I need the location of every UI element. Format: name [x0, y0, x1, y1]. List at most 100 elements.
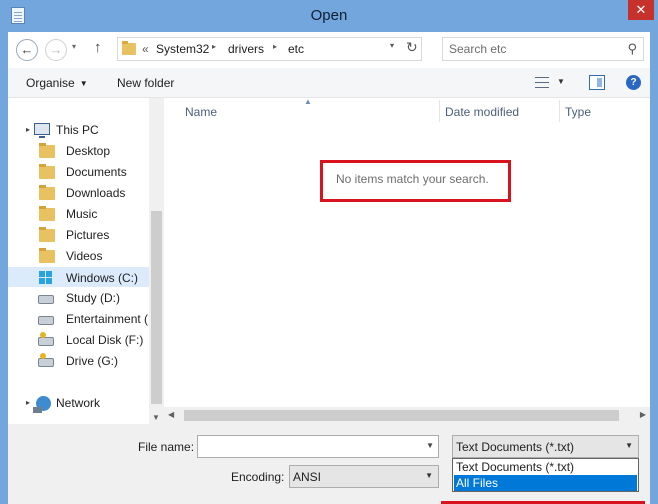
- sidebar-item-documents[interactable]: Documents: [8, 162, 149, 182]
- navigation-scrollbar[interactable]: ▼: [149, 98, 164, 424]
- option-label: Text Documents (*.txt): [456, 460, 575, 474]
- column-header-name[interactable]: Name: [164, 98, 439, 124]
- sidebar-item-entertainment-e[interactable]: Entertainment (E: [8, 309, 149, 329]
- sidebar-item-label: Music: [66, 207, 98, 221]
- command-bar: Organise ▼ New folder ▼ ?: [8, 68, 650, 98]
- file-type-option-text-documents[interactable]: Text Documents (*.txt): [454, 459, 637, 475]
- sidebar-item-label: Videos: [66, 249, 103, 263]
- scroll-right-icon[interactable]: ▶: [640, 410, 646, 419]
- new-folder-button[interactable]: New folder: [117, 76, 174, 90]
- sidebar-item-videos[interactable]: Videos: [8, 246, 149, 266]
- sidebar-item-label: Desktop: [66, 144, 111, 158]
- expand-icon[interactable]: ▸: [26, 125, 30, 134]
- organise-label: Organise: [26, 76, 75, 90]
- windows-drive-icon: [39, 271, 53, 285]
- window-title: Open: [310, 7, 348, 24]
- sidebar-item-this-pc[interactable]: ▸ This PC: [8, 120, 149, 140]
- help-icon[interactable]: ?: [626, 75, 641, 90]
- pictures-folder-icon: [39, 227, 55, 242]
- sidebar-item-label: Documents: [66, 165, 127, 179]
- scrollbar-thumb[interactable]: [184, 410, 619, 421]
- encoding-value: ANSI: [293, 470, 322, 484]
- videos-folder-icon: [39, 248, 55, 263]
- column-header-date-modified[interactable]: Date modified: [440, 98, 559, 124]
- back-button[interactable]: ←: [16, 39, 38, 61]
- computer-icon: [34, 123, 50, 138]
- file-type-option-all-files[interactable]: All Files: [454, 475, 637, 491]
- sidebar-item-label: Downloads: [66, 186, 126, 200]
- breadcrumb-etc[interactable]: etc: [288, 42, 304, 56]
- horizontal-scrollbar[interactable]: ◀ ▶: [164, 407, 650, 424]
- sidebar-item-network[interactable]: ▸ Network: [8, 393, 149, 413]
- scrollbar-thumb[interactable]: [151, 211, 162, 404]
- sidebar-item-local-disk-f[interactable]: Local Disk (F:): [8, 330, 149, 350]
- folder-icon: [122, 41, 136, 55]
- breadcrumb-overflow[interactable]: «: [142, 42, 149, 56]
- chevron-down-icon[interactable]: ▼: [625, 441, 633, 450]
- close-button[interactable]: ✕: [628, 0, 654, 20]
- downloads-folder-icon: [39, 185, 55, 200]
- address-bar[interactable]: « System32 ▸ drivers ▸ etc ▾ ↻: [117, 37, 422, 61]
- option-label: All Files: [456, 476, 499, 490]
- sidebar-item-label: Local Disk (F:): [66, 333, 144, 347]
- dialog-client: ← → ▾ ↑ « System32 ▸ drivers ▸ etc ▾ ↻ ⚲: [8, 32, 650, 504]
- chevron-down-icon: ▼: [79, 79, 88, 88]
- chevron-down-icon[interactable]: ▼: [425, 471, 433, 480]
- dialog-footer: File name: ▼ Text Documents (*.txt) ▼ En…: [8, 424, 650, 504]
- sidebar-item-drive-g[interactable]: Drive (G:): [8, 351, 149, 371]
- file-name-input[interactable]: ▼: [197, 435, 439, 458]
- forward-button[interactable]: →: [45, 39, 67, 61]
- sidebar-item-label: Network: [56, 396, 101, 410]
- locked-drive-icon: [38, 332, 54, 346]
- title-bar: Open ✕: [0, 0, 658, 32]
- search-input[interactable]: [449, 41, 619, 57]
- file-type-value: Text Documents (*.txt): [456, 440, 575, 454]
- sidebar-item-label: This PC: [56, 123, 99, 137]
- desktop-folder-icon: [39, 143, 55, 158]
- chevron-down-icon[interactable]: ▼: [426, 441, 434, 450]
- drive-icon: [38, 316, 54, 325]
- preview-pane-icon[interactable]: [589, 75, 605, 90]
- navigation-pane: ▸ This PC Desktop Documents Downloads Mu…: [8, 98, 164, 424]
- file-name-label: File name:: [138, 440, 195, 454]
- breadcrumb-system32[interactable]: System32: [156, 42, 209, 56]
- search-box[interactable]: ⚲: [442, 37, 644, 61]
- organise-button[interactable]: Organise ▼: [26, 76, 88, 90]
- sidebar-item-downloads[interactable]: Downloads: [8, 183, 149, 203]
- column-header-type[interactable]: Type: [560, 98, 650, 124]
- sidebar-item-study-d[interactable]: Study (D:): [8, 288, 149, 308]
- sidebar-item-label: Windows (C:): [66, 271, 139, 285]
- expand-icon[interactable]: ▸: [26, 398, 30, 407]
- scroll-down-icon[interactable]: ▼: [152, 413, 160, 422]
- open-dialog: Open ✕ ← → ▾ ↑ « System32 ▸ drivers ▸ et…: [0, 0, 658, 504]
- sidebar-item-music[interactable]: Music: [8, 204, 149, 224]
- encoding-label: Encoding:: [231, 470, 285, 484]
- sidebar-item-label: Entertainment (E: [66, 312, 149, 326]
- scroll-left-icon[interactable]: ◀: [168, 410, 174, 419]
- drive-icon: [38, 295, 54, 304]
- breadcrumb-separator-icon[interactable]: ▸: [273, 42, 277, 51]
- network-icon: [33, 396, 51, 413]
- breadcrumb-separator-icon[interactable]: ▸: [212, 42, 216, 51]
- up-button[interactable]: ↑: [94, 39, 102, 56]
- sidebar-item-windows-c[interactable]: Windows (C:): [8, 267, 149, 287]
- column-label: Type: [565, 105, 592, 119]
- breadcrumb-drivers[interactable]: drivers: [228, 42, 264, 56]
- sidebar-item-label: Drive (G:): [66, 354, 118, 368]
- sidebar-item-label: Study (D:): [66, 291, 121, 305]
- refresh-icon[interactable]: ↻: [406, 39, 418, 56]
- view-chevron-down-icon[interactable]: ▼: [557, 77, 565, 86]
- file-list: ▲ Name Date modified Type No items match…: [164, 97, 650, 424]
- address-dropdown-icon[interactable]: ▾: [390, 41, 394, 50]
- annotation-highlight-box: [320, 160, 511, 202]
- sidebar-item-label: Pictures: [66, 228, 110, 242]
- recent-locations-icon[interactable]: ▾: [72, 42, 76, 51]
- locked-drive-icon: [38, 353, 54, 367]
- search-icon[interactable]: ⚲: [627, 41, 637, 57]
- sidebar-item-desktop[interactable]: Desktop: [8, 141, 149, 161]
- view-options-icon[interactable]: [535, 77, 549, 88]
- sidebar-item-pictures[interactable]: Pictures: [8, 225, 149, 245]
- file-type-select[interactable]: Text Documents (*.txt) ▼: [452, 435, 639, 458]
- encoding-select[interactable]: ANSI ▼: [289, 465, 439, 488]
- documents-folder-icon: [39, 164, 55, 179]
